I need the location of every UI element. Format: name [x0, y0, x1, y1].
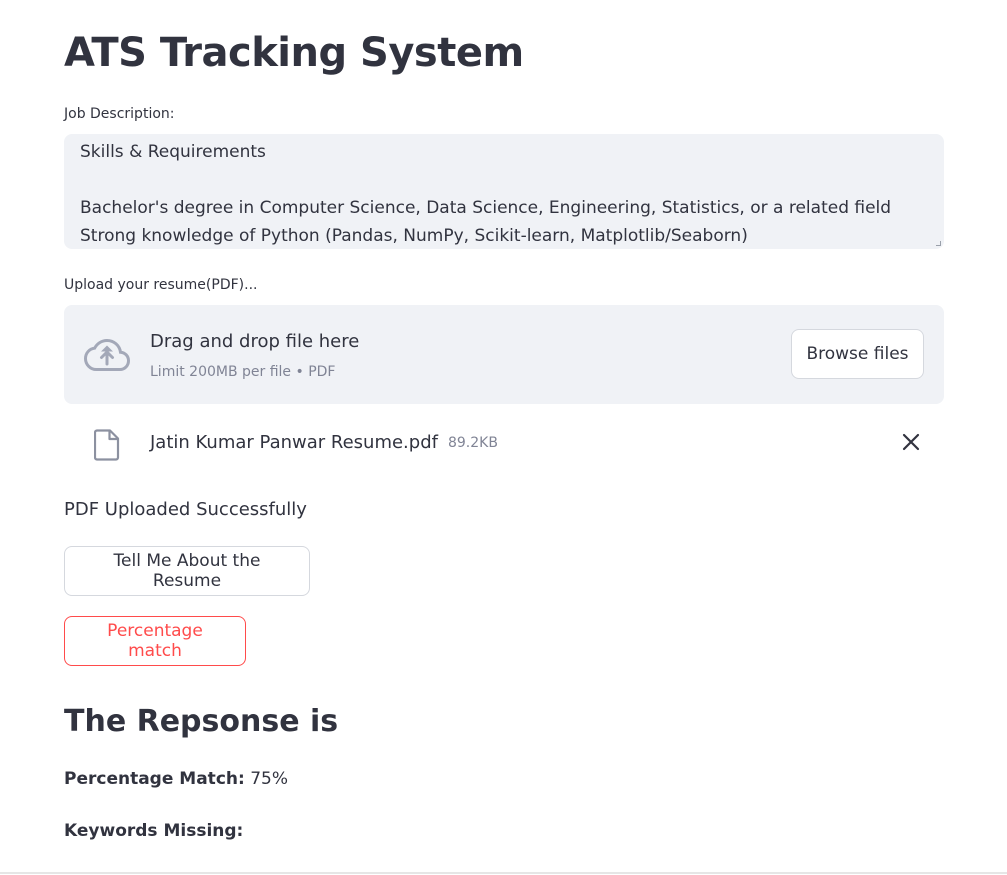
app-page: ATS Tracking System Job Description: Ski… [0, 0, 1007, 875]
bottom-divider [0, 872, 1007, 874]
page-title: ATS Tracking System [64, 30, 524, 76]
uploaded-file-name: Jatin Kumar Panwar Resume.pdf [150, 432, 438, 453]
percentage-match-label: Percentage Match: [64, 769, 245, 789]
job-description-label: Job Description: [64, 106, 175, 122]
dropzone-title: Drag and drop file here [150, 331, 360, 352]
percentage-match-button[interactable]: Percentage match [64, 616, 246, 666]
file-icon [94, 429, 120, 461]
cloud-upload-icon [84, 339, 130, 371]
uploaded-file-row: Jatin Kumar Panwar Resume.pdf 89.2KB [64, 420, 944, 466]
resize-handle-icon[interactable] [936, 241, 941, 246]
percentage-match-line: Percentage Match: 75% [64, 768, 288, 790]
keywords-missing-label: Keywords Missing: [64, 821, 244, 841]
keywords-missing-line: Keywords Missing: [64, 820, 243, 842]
browse-files-button[interactable]: Browse files [791, 329, 924, 379]
job-description-textarea[interactable]: Skills & Requirements Bachelor's degree … [64, 134, 944, 249]
upload-label: Upload your resume(PDF)... [64, 277, 258, 293]
file-dropzone[interactable]: Drag and drop file here Limit 200MB per … [64, 305, 944, 404]
upload-status-message: PDF Uploaded Successfully [64, 499, 307, 520]
tell-me-about-resume-button[interactable]: Tell Me About the Resume [64, 546, 310, 596]
job-description-text[interactable]: Skills & Requirements Bachelor's degree … [80, 138, 928, 249]
response-heading: The Repsonse is [64, 704, 339, 739]
uploaded-file-size: 89.2KB [447, 435, 498, 451]
close-icon[interactable] [902, 433, 920, 451]
percentage-match-value: 75% [250, 769, 288, 789]
dropzone-subtitle: Limit 200MB per file • PDF [150, 364, 336, 380]
